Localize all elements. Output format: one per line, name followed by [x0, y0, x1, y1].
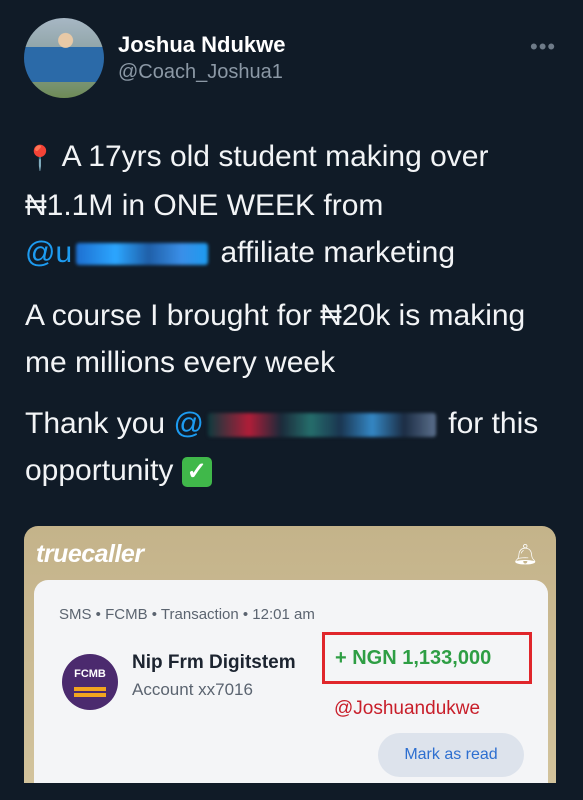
- text-line: Thank you: [25, 407, 166, 440]
- fcmb-logo: FCMB: [62, 654, 118, 710]
- notification-screenshot: truecaller 🔔︎ SMS • FCMB • Transaction •…: [24, 526, 556, 800]
- mention-link[interactable]: @u: [25, 236, 212, 269]
- check-mark-icon: ✓: [181, 457, 212, 488]
- tweet-text-paragraph-1: 📍 A 17yrs old student making over ₦1.1M …: [25, 133, 565, 276]
- more-options-icon[interactable]: •••: [530, 34, 556, 60]
- blurred-redaction: [207, 413, 436, 438]
- tweet-text-paragraph-3: Thank you @ for this opportunity ✓: [25, 400, 565, 494]
- tweet: Joshua Ndukwe @Coach_Joshua1 ••• 📍 A 17y…: [0, 0, 583, 800]
- bell-icon: 🔔︎: [512, 544, 538, 566]
- truecaller-logo: truecaller: [36, 540, 144, 568]
- blurred-redaction: [76, 243, 209, 266]
- account-number: Account xx7016: [132, 680, 253, 699]
- bottom-bar: [0, 783, 583, 800]
- transaction-amount: + NGN 1,133,000: [335, 647, 492, 669]
- display-name[interactable]: Joshua Ndukwe: [118, 32, 285, 58]
- tweet-text-paragraph-2: A course I brought for ₦20k is making me…: [25, 299, 526, 379]
- text-line: affiliate marketing: [220, 236, 456, 269]
- text-line: ₦1.1M in ONE WEEK from: [25, 189, 384, 222]
- text-line: A 17yrs old student making over: [61, 140, 489, 173]
- mark-as-read-button[interactable]: Mark as read: [378, 733, 524, 777]
- pin-icon: 📍: [25, 145, 55, 172]
- watermark-text: @Joshuandukwe: [334, 698, 481, 719]
- mention-link[interactable]: @: [173, 407, 439, 440]
- amount-highlight-box: + NGN 1,133,000: [322, 632, 532, 684]
- sms-notification-card[interactable]: SMS • FCMB • Transaction • 12:01 am FCMB…: [34, 580, 548, 800]
- sender-name: Nip Frm Digitstem: [132, 652, 296, 673]
- avatar[interactable]: [24, 18, 104, 98]
- sms-header: SMS • FCMB • Transaction • 12:01 am: [59, 606, 315, 623]
- user-handle[interactable]: @Coach_Joshua1: [118, 61, 283, 84]
